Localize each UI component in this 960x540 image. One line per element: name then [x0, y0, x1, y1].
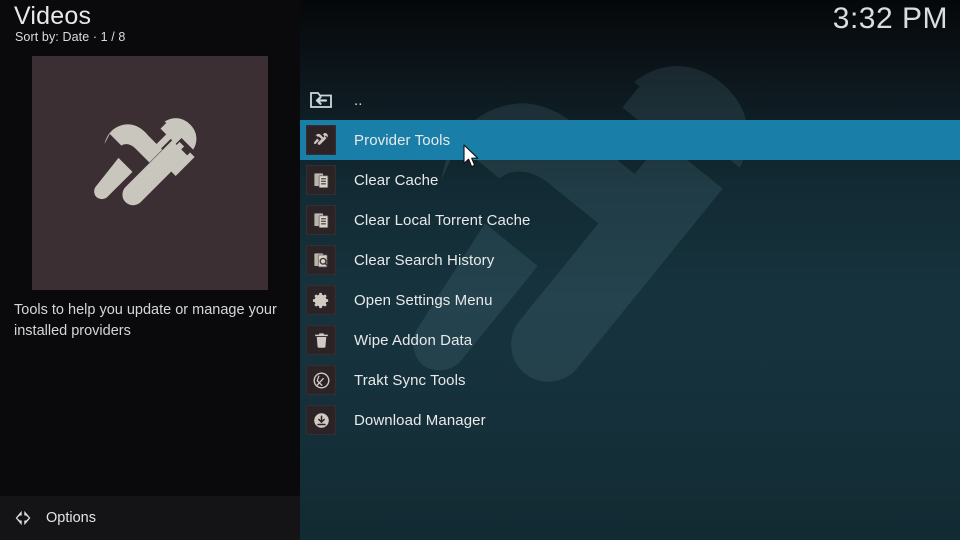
list-item-clear-search-history[interactable]: Clear Search History [300, 240, 960, 280]
list-item-label: Open Settings Menu [354, 291, 493, 309]
list-item-provider-tools[interactable]: Provider Tools [300, 120, 960, 160]
left-right-arrows-icon [12, 507, 34, 529]
hammer-screwdriver-icon [306, 125, 336, 155]
sort-info: Sort by: Date · 1 / 8 [15, 30, 126, 44]
list-item-wipe-addon-data[interactable]: Wipe Addon Data [300, 320, 960, 360]
content-pane: .. Provider Tools Clear Cache Clear Loca… [300, 0, 960, 540]
list-item-download-manager[interactable]: Download Manager [300, 400, 960, 440]
clipboard-list-icon [306, 205, 336, 235]
list-item-label: Download Manager [354, 411, 486, 429]
hammer-screwdriver-icon [80, 103, 220, 243]
thumbnail [32, 56, 268, 290]
list-item-clear-cache[interactable]: Clear Cache [300, 160, 960, 200]
list-item-label: Clear Cache [354, 171, 439, 189]
list-item-label: Trakt Sync Tools [354, 371, 466, 389]
addon-list[interactable]: .. Provider Tools Clear Cache Clear Loca… [300, 80, 960, 440]
list-item-trakt-sync-tools[interactable]: Trakt Sync Tools [300, 360, 960, 400]
options-button[interactable]: Options [0, 496, 300, 540]
list-item-label: Provider Tools [354, 131, 451, 149]
folder-up-icon [306, 85, 336, 115]
list-item-parent-folder[interactable]: .. [300, 80, 960, 120]
options-label: Options [46, 510, 96, 526]
trash-icon [306, 325, 336, 355]
list-item-clear-local-torrent-cache[interactable]: Clear Local Torrent Cache [300, 200, 960, 240]
list-item-open-settings-menu[interactable]: Open Settings Menu [300, 280, 960, 320]
item-description: Tools to help you update or manage your … [14, 302, 277, 339]
list-item-label: .. [354, 91, 363, 109]
clipboard-list-icon [306, 165, 336, 195]
info-pane: Videos Sort by: Date · 1 / 8 Tools to he… [0, 0, 300, 540]
page-title: Videos [14, 2, 92, 30]
trakt-circle-icon [306, 365, 336, 395]
list-item-label: Clear Local Torrent Cache [354, 211, 531, 229]
list-item-label: Clear Search History [354, 251, 495, 269]
list-item-label: Wipe Addon Data [354, 331, 473, 349]
kodi-screen: .. Provider Tools Clear Cache Clear Loca… [0, 0, 960, 540]
clipboard-search-icon [306, 245, 336, 275]
clock: 3:32 PM [832, 2, 948, 35]
download-circle-icon [306, 405, 336, 435]
gear-icon [306, 285, 336, 315]
